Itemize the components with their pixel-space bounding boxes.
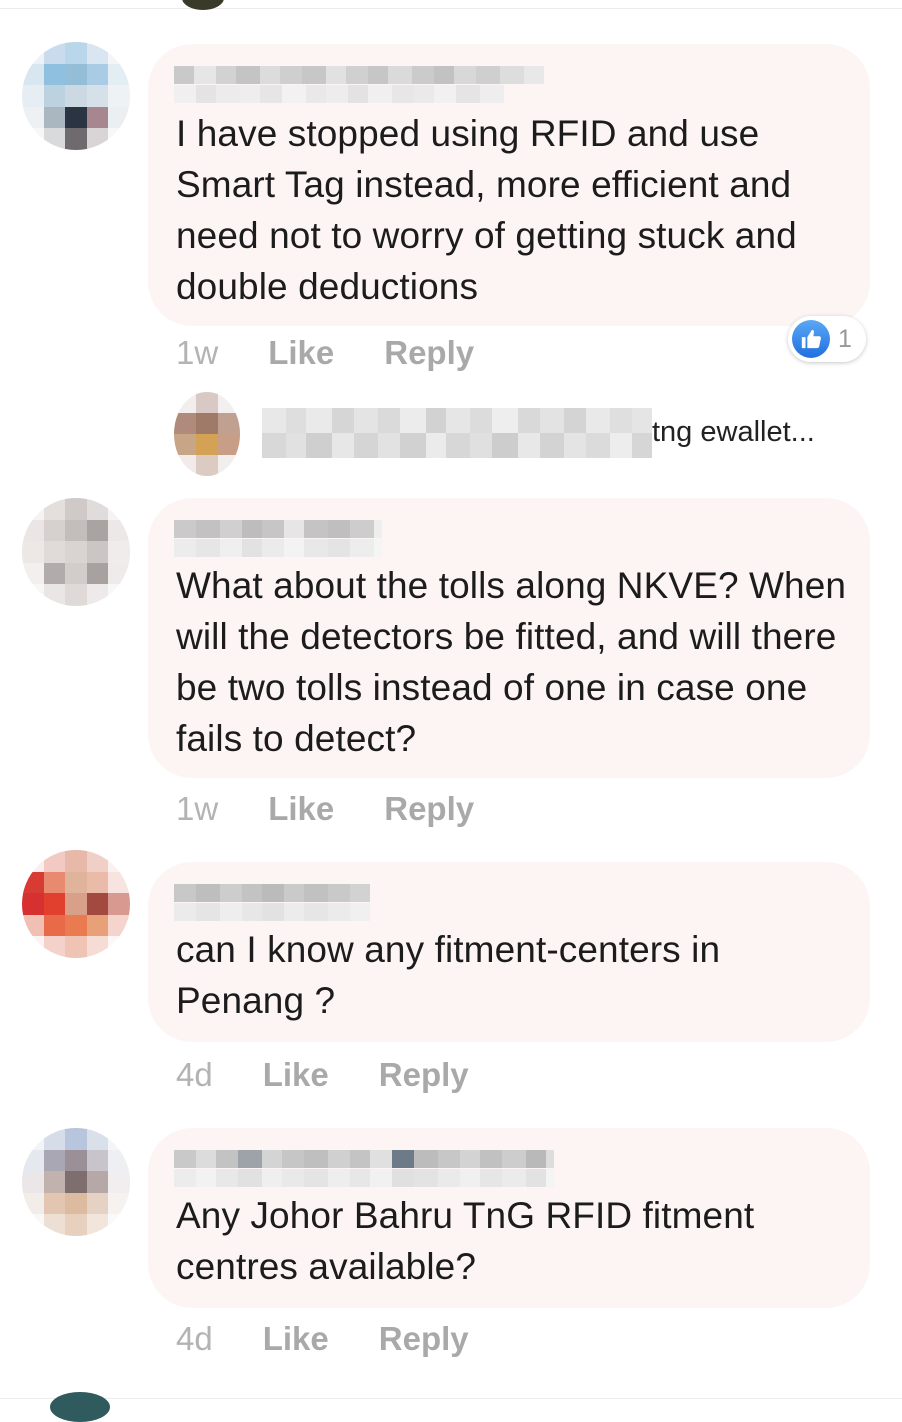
commenter-name-blurred[interactable] <box>174 66 554 104</box>
comment-actions: 1w Like Reply <box>176 334 474 372</box>
divider-top <box>0 8 902 9</box>
like-button[interactable]: Like <box>268 790 334 828</box>
comment-timestamp[interactable]: 1w <box>176 334 218 372</box>
commenter-avatar[interactable] <box>22 1128 130 1236</box>
comment-text: Any Johor Bahru TnG RFID fitment centres… <box>176 1195 755 1287</box>
reaction-summary[interactable]: 1 <box>788 316 866 362</box>
comment-bubble: can I know any fitment-centers in Penang… <box>148 862 870 1042</box>
comment-timestamp[interactable]: 4d <box>176 1320 213 1358</box>
commenter-avatar[interactable] <box>22 498 130 606</box>
comment-timestamp[interactable]: 4d <box>176 1056 213 1094</box>
reply-button[interactable]: Reply <box>379 1056 469 1094</box>
comment-timestamp[interactable]: 1w <box>176 790 218 828</box>
reply-button[interactable]: Reply <box>384 790 474 828</box>
reply-avatar[interactable] <box>174 392 240 476</box>
comment-actions: 1w Like Reply <box>176 790 474 828</box>
comment-text: can I know any fitment-centers in Penang… <box>176 929 721 1021</box>
like-button[interactable]: Like <box>263 1056 329 1094</box>
comment-text: I have stopped using RFID and use Smart … <box>176 113 797 307</box>
commenter-name-blurred[interactable] <box>174 884 370 922</box>
commenter-avatar[interactable] <box>22 850 130 958</box>
reply-button[interactable]: Reply <box>384 334 474 372</box>
reply-button[interactable]: Reply <box>379 1320 469 1358</box>
reply-preview-blurred[interactable] <box>262 408 652 458</box>
divider-bottom <box>0 1398 902 1399</box>
comment-actions: 4d Like Reply <box>176 1320 469 1358</box>
commenter-avatar[interactable] <box>22 42 130 150</box>
commenter-name-blurred[interactable] <box>174 1150 566 1188</box>
reaction-count: 1 <box>838 324 852 353</box>
reply-preview-text[interactable]: tng ewallet... <box>652 416 815 449</box>
comment-actions: 4d Like Reply <box>176 1056 469 1094</box>
comment-bubble: What about the tolls along NKVE? When wi… <box>148 498 870 778</box>
comment-bubble: I have stopped using RFID and use Smart … <box>148 44 870 326</box>
avatar-partial-bottom <box>50 1392 110 1422</box>
like-button[interactable]: Like <box>268 334 334 372</box>
commenter-name-blurred[interactable] <box>174 520 382 558</box>
comment-text: What about the tolls along NKVE? When wi… <box>176 565 847 759</box>
comment-bubble: Any Johor Bahru TnG RFID fitment centres… <box>148 1128 870 1308</box>
like-button[interactable]: Like <box>263 1320 329 1358</box>
like-thumb-icon <box>792 320 830 358</box>
